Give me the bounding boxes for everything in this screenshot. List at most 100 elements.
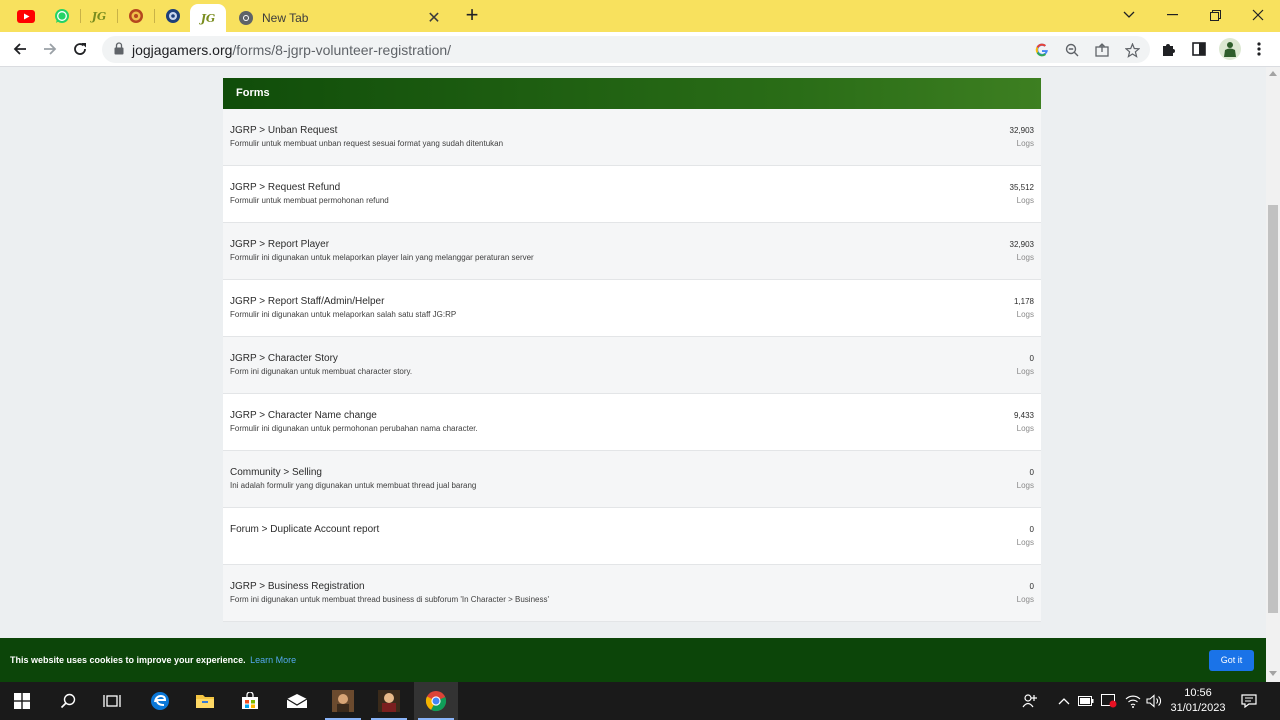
form-description: Form ini digunakan untuk membuat thread … (230, 595, 549, 604)
taskbar-edge[interactable] (138, 682, 182, 720)
people-icon[interactable] (1021, 693, 1039, 709)
tab-jg[interactable]: JG (81, 4, 117, 28)
form-log-count: 0 (1029, 582, 1034, 591)
form-row[interactable]: JGRP > Request Refund Formulir untuk mem… (223, 166, 1041, 223)
form-log-unit: Logs (1016, 538, 1034, 547)
form-title[interactable]: JGRP > Business Registration (230, 581, 365, 592)
taskbar-file-explorer[interactable] (183, 682, 227, 720)
browser-toolbar: jogjagamers.org/forms/8-jgrp-volunteer-r… (0, 32, 1280, 67)
jg-logo-icon: JG (91, 9, 107, 23)
tab-search-button[interactable] (1107, 0, 1151, 30)
reload-icon (74, 43, 86, 55)
google-icon[interactable] (1032, 40, 1052, 60)
windows-icon (14, 693, 30, 709)
restore-button[interactable] (1193, 0, 1237, 30)
whatsapp-icon (55, 9, 69, 23)
tab-new-tab[interactable]: New Tab ✕ (228, 4, 450, 32)
form-title[interactable]: JGRP > Character Name change (230, 410, 377, 421)
jg-logo-icon: JG (200, 11, 216, 25)
youtube-icon (17, 9, 35, 23)
taskbar-store[interactable] (228, 682, 272, 720)
bookmark-button[interactable] (1122, 40, 1142, 60)
taskbar-mail[interactable] (275, 682, 319, 720)
zoom-button[interactable] (1062, 40, 1082, 60)
form-title[interactable]: JGRP > Unban Request (230, 125, 337, 136)
tab-whatsapp[interactable] (44, 4, 80, 28)
url-text[interactable]: jogjagamers.org/forms/8-jgrp-volunteer-r… (132, 42, 451, 58)
form-description: Formulir ini digunakan untuk melaporkan … (230, 310, 457, 319)
page-scrollbar[interactable] (1266, 67, 1280, 682)
form-log-unit: Logs (1016, 424, 1034, 433)
form-row[interactable]: Community > Selling Ini adalah formulir … (223, 451, 1041, 508)
search-icon (60, 693, 76, 709)
form-log-count: 32,903 (1009, 126, 1034, 135)
game-app-icon (332, 690, 354, 712)
scroll-down-arrow-icon[interactable] (1269, 671, 1277, 676)
side-panel-button[interactable] (1188, 38, 1210, 60)
learn-more-link[interactable]: Learn More (250, 655, 296, 665)
arrow-right-icon (44, 43, 57, 55)
forward-button[interactable] (37, 37, 63, 61)
url-path: /forms/8-jgrp-volunteer-registration/ (232, 42, 452, 58)
task-view-button[interactable] (90, 682, 134, 720)
meet-now-icon[interactable] (1100, 693, 1118, 709)
form-log-unit: Logs (1016, 310, 1034, 319)
tab-jg-active[interactable]: JG (190, 4, 226, 32)
form-title[interactable]: JGRP > Report Player (230, 239, 329, 250)
form-title[interactable]: Forum > Duplicate Account report (230, 524, 379, 535)
taskbar-chrome[interactable] (414, 682, 458, 720)
close-icon[interactable]: ✕ (426, 8, 442, 28)
scroll-thumb[interactable] (1268, 205, 1278, 613)
search-button[interactable] (46, 682, 90, 720)
form-log-count: 35,512 (1009, 183, 1034, 192)
start-button[interactable] (0, 682, 44, 720)
windows-taskbar: 10:56 31/01/2023 (0, 682, 1280, 720)
battery-icon[interactable] (1077, 693, 1095, 709)
profile-avatar[interactable] (1219, 38, 1241, 60)
scroll-up-arrow-icon[interactable] (1269, 71, 1277, 76)
form-title[interactable]: Community > Selling (230, 467, 322, 478)
form-row[interactable]: JGRP > Unban Request Formulir untuk memb… (223, 109, 1041, 166)
extensions-button[interactable] (1158, 38, 1180, 60)
notification-icon[interactable] (1240, 693, 1258, 709)
chevron-up-icon[interactable] (1055, 693, 1073, 709)
taskbar-game-2[interactable] (367, 682, 411, 720)
form-row[interactable]: JGRP > Business Registration Form ini di… (223, 565, 1041, 622)
form-log-count: 1,178 (1013, 297, 1034, 306)
volume-icon[interactable] (1145, 693, 1163, 709)
chrome-icon (425, 691, 447, 712)
wifi-icon[interactable] (1124, 693, 1142, 709)
form-log-count: 32,903 (1009, 240, 1034, 249)
url-domain: jogjagamers.org (132, 42, 233, 58)
share-button[interactable] (1092, 40, 1112, 60)
form-log-count: 0 (1029, 468, 1034, 477)
form-row[interactable]: Forum > Duplicate Account report 0 Logs (223, 508, 1041, 565)
form-row[interactable]: JGRP > Character Story Form ini digunaka… (223, 337, 1041, 394)
minimize-icon (1166, 14, 1178, 16)
form-title[interactable]: JGRP > Character Story (230, 353, 338, 364)
form-description: Ini adalah formulir yang digunakan untuk… (230, 481, 477, 490)
address-bar[interactable]: jogjagamers.org/forms/8-jgrp-volunteer-r… (102, 36, 1150, 63)
tab-site2[interactable] (155, 4, 191, 28)
form-row[interactable]: JGRP > Report Staff/Admin/Helper Formuli… (223, 280, 1041, 337)
minimize-button[interactable] (1150, 0, 1194, 30)
taskbar-game-1[interactable] (321, 682, 365, 720)
emblem-icon (129, 9, 143, 23)
lock-icon[interactable] (114, 42, 124, 55)
form-description: Form ini digunakan untuk membuat charact… (230, 367, 413, 376)
back-button[interactable] (7, 37, 33, 61)
tab-youtube[interactable] (8, 4, 44, 28)
form-row[interactable]: JGRP > Report Player Formulir ini diguna… (223, 223, 1041, 280)
close-icon (1252, 9, 1264, 21)
star-icon (1124, 42, 1140, 58)
tab-site[interactable] (118, 4, 154, 28)
new-tab-button[interactable]: + (460, 4, 484, 28)
form-title[interactable]: JGRP > Report Staff/Admin/Helper (230, 296, 384, 307)
form-row[interactable]: JGRP > Character Name change Formulir in… (223, 394, 1041, 451)
form-title[interactable]: JGRP > Request Refund (230, 182, 340, 193)
menu-button[interactable] (1248, 38, 1270, 60)
close-window-button[interactable] (1236, 0, 1280, 30)
reload-button[interactable] (67, 37, 93, 61)
got-it-button[interactable]: Got it (1209, 650, 1254, 671)
system-clock[interactable]: 10:56 31/01/2023 (1166, 686, 1230, 716)
